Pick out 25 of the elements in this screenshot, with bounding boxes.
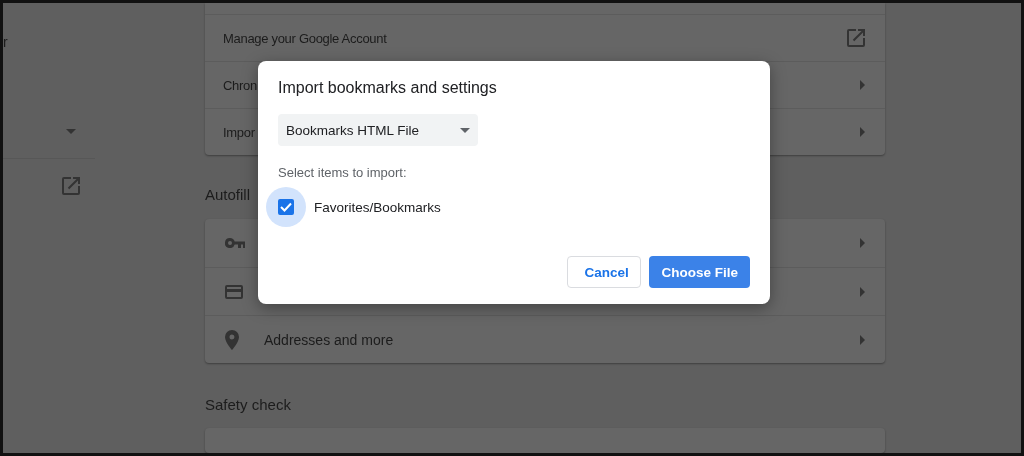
source-dropdown[interactable]: Bookmarks HTML File <box>278 114 478 146</box>
prompt-text: Select items to import: <box>278 165 408 180</box>
row-label: Addresses and more <box>264 331 394 348</box>
choose-file-button[interactable]: Choose File <box>649 256 750 288</box>
chevron-right-icon <box>860 127 865 137</box>
chevron-right-icon <box>860 286 865 297</box>
row-label: Manage your Google Account <box>223 30 387 46</box>
external-link-icon <box>847 29 865 47</box>
location-pin-icon <box>225 329 239 350</box>
row-label: Chron <box>223 77 257 93</box>
dialog-title: Import bookmarks and settings <box>278 79 498 97</box>
section-heading: Autofill <box>205 186 252 203</box>
section-heading: Safety check <box>205 396 292 413</box>
checkbox[interactable] <box>278 199 294 215</box>
chevron-right-icon <box>860 334 865 345</box>
row-label: Impor <box>223 124 255 140</box>
checkbox-label: Favorites/Bookmarks <box>314 199 441 215</box>
chevron-right-icon <box>860 80 865 90</box>
key-icon <box>225 238 245 248</box>
settings-row[interactable]: Addresses and more <box>205 315 885 363</box>
credit-card-icon <box>225 284 243 299</box>
dropdown-caret-icon <box>460 127 470 133</box>
chevron-right-icon <box>860 238 865 248</box>
cancel-button[interactable]: Cancel <box>567 256 642 288</box>
sidebar-text: r <box>3 34 8 52</box>
